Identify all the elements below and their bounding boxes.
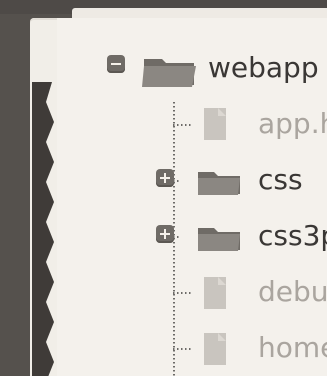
tree-item-label-app-h[interactable]: app.h [258,110,327,138]
tree-branch-home [173,348,193,350]
file-icon [204,108,226,140]
folder-open-icon [142,59,196,87]
file-icon [204,333,226,365]
tree-item-label-debu[interactable]: debu [258,278,327,306]
plus-icon-v [164,173,166,183]
tree-item-label-css[interactable]: css [258,166,303,194]
screenshot-canvas: webapp app.h css css3p debu home [0,0,327,376]
tree-branch-app [173,124,193,126]
tree-branch-css3p [173,236,181,238]
folder-icon [198,172,240,195]
tree-item-label-css3p[interactable]: css3p [258,222,327,250]
folder-icon [198,228,240,251]
torn-edge-decoration [32,82,54,376]
tree-item-label-webapp[interactable]: webapp [208,54,319,82]
tree-item-label-home[interactable]: home [258,334,327,362]
minus-icon [111,63,121,65]
file-icon [204,277,226,309]
tree-branch-css [173,180,181,182]
expand-toggle-css3p[interactable] [156,225,174,243]
expand-toggle-css[interactable] [156,169,174,187]
plus-icon-v [164,229,166,239]
collapse-toggle-webapp[interactable] [107,55,125,73]
tree-branch-debu [173,292,193,294]
